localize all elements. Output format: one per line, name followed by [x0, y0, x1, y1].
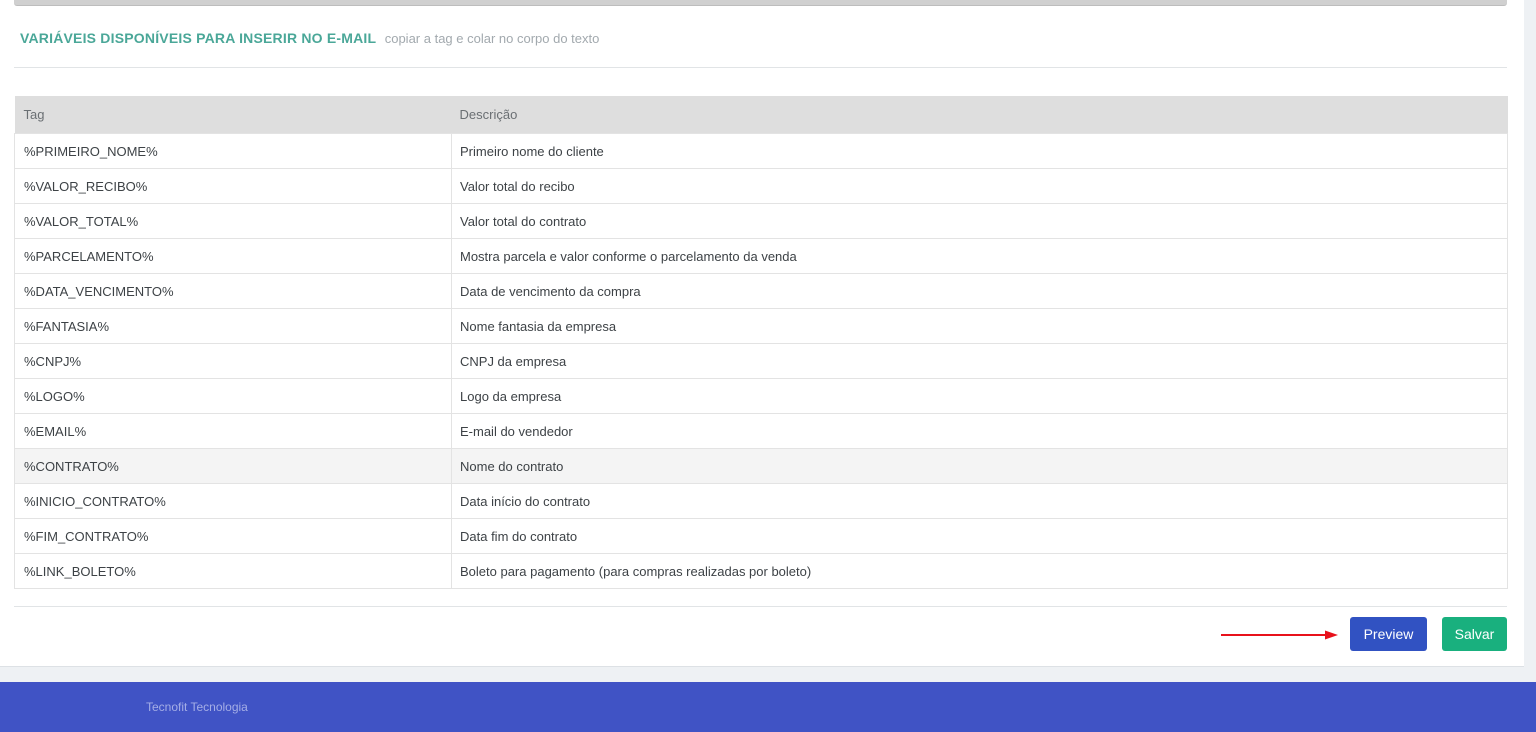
tag-cell[interactable]: %VALOR_TOTAL%	[14, 203, 452, 239]
table-row: %VALOR_TOTAL% Valor total do contrato	[14, 203, 1508, 239]
tag-cell[interactable]: %CONTRATO%	[14, 448, 452, 484]
tag-cell[interactable]: %FIM_CONTRATO%	[14, 518, 452, 554]
tag-cell[interactable]: %PRIMEIRO_NOME%	[14, 133, 452, 169]
section-title: VARIÁVEIS DISPONÍVEIS PARA INSERIR NO E-…	[20, 30, 377, 46]
table-row-hovered: %CONTRATO% Nome do contrato	[14, 448, 1508, 484]
description-cell: E-mail do vendedor	[451, 413, 1508, 449]
tag-cell[interactable]: %LINK_BOLETO%	[14, 553, 452, 589]
preview-button[interactable]: Preview	[1350, 617, 1427, 651]
tag-cell[interactable]: %LOGO%	[14, 378, 452, 414]
table-row: %VALOR_RECIBO% Valor total do recibo	[14, 168, 1508, 204]
description-cell: Data fim do contrato	[451, 518, 1508, 554]
footer-text: Tecnofit Tecnologia	[146, 700, 248, 714]
description-cell: Mostra parcela e valor conforme o parcel…	[451, 238, 1508, 274]
column-header-tag: Tag	[14, 96, 452, 134]
tag-cell[interactable]: %DATA_VENCIMENTO%	[14, 273, 452, 309]
red-arrow-icon	[1221, 630, 1338, 640]
description-cell: Data de vencimento da compra	[451, 273, 1508, 309]
description-cell: CNPJ da empresa	[451, 343, 1508, 379]
description-cell: Valor total do contrato	[451, 203, 1508, 239]
table-row: %LOGO% Logo da empresa	[14, 378, 1508, 414]
tag-cell[interactable]: %CNPJ%	[14, 343, 452, 379]
tag-cell[interactable]: %VALOR_RECIBO%	[14, 168, 452, 204]
content-card: VARIÁVEIS DISPONÍVEIS PARA INSERIR NO E-…	[0, 0, 1524, 667]
column-header-description: Descrição	[451, 96, 1508, 134]
editor-bottom-edge	[14, 0, 1507, 6]
divider	[14, 606, 1507, 607]
table-header-row: Tag Descrição	[14, 96, 1508, 134]
section-subtitle: copiar a tag e colar no corpo do texto	[384, 31, 600, 46]
description-cell: Data início do contrato	[451, 483, 1508, 519]
footer: Tecnofit Tecnologia	[0, 682, 1536, 732]
description-cell: Primeiro nome do cliente	[451, 133, 1508, 169]
tag-cell[interactable]: %PARCELAMENTO%	[14, 238, 452, 274]
description-cell: Nome do contrato	[451, 448, 1508, 484]
description-cell: Logo da empresa	[451, 378, 1508, 414]
table-row: %PARCELAMENTO% Mostra parcela e valor co…	[14, 238, 1508, 274]
table-row: %CNPJ% CNPJ da empresa	[14, 343, 1508, 379]
tag-cell[interactable]: %INICIO_CONTRATO%	[14, 483, 452, 519]
description-cell: Boleto para pagamento (para compras real…	[451, 553, 1508, 589]
save-button[interactable]: Salvar	[1442, 617, 1507, 651]
tag-cell[interactable]: %FANTASIA%	[14, 308, 452, 344]
table-row: %INICIO_CONTRATO% Data início do contrat…	[14, 483, 1508, 519]
divider	[14, 67, 1507, 68]
table-row: %FANTASIA% Nome fantasia da empresa	[14, 308, 1508, 344]
table-row: %LINK_BOLETO% Boleto para pagamento (par…	[14, 553, 1508, 589]
variables-table: Tag Descrição %PRIMEIRO_NOME% Primeiro n…	[14, 96, 1508, 589]
table-row: %FIM_CONTRATO% Data fim do contrato	[14, 518, 1508, 554]
section-header: VARIÁVEIS DISPONÍVEIS PARA INSERIR NO E-…	[20, 30, 599, 48]
description-cell: Nome fantasia da empresa	[451, 308, 1508, 344]
description-cell: Valor total do recibo	[451, 168, 1508, 204]
table-row: %DATA_VENCIMENTO% Data de vencimento da …	[14, 273, 1508, 309]
table-row: %PRIMEIRO_NOME% Primeiro nome do cliente	[14, 133, 1508, 169]
tag-cell[interactable]: %EMAIL%	[14, 413, 452, 449]
table-row: %EMAIL% E-mail do vendedor	[14, 413, 1508, 449]
